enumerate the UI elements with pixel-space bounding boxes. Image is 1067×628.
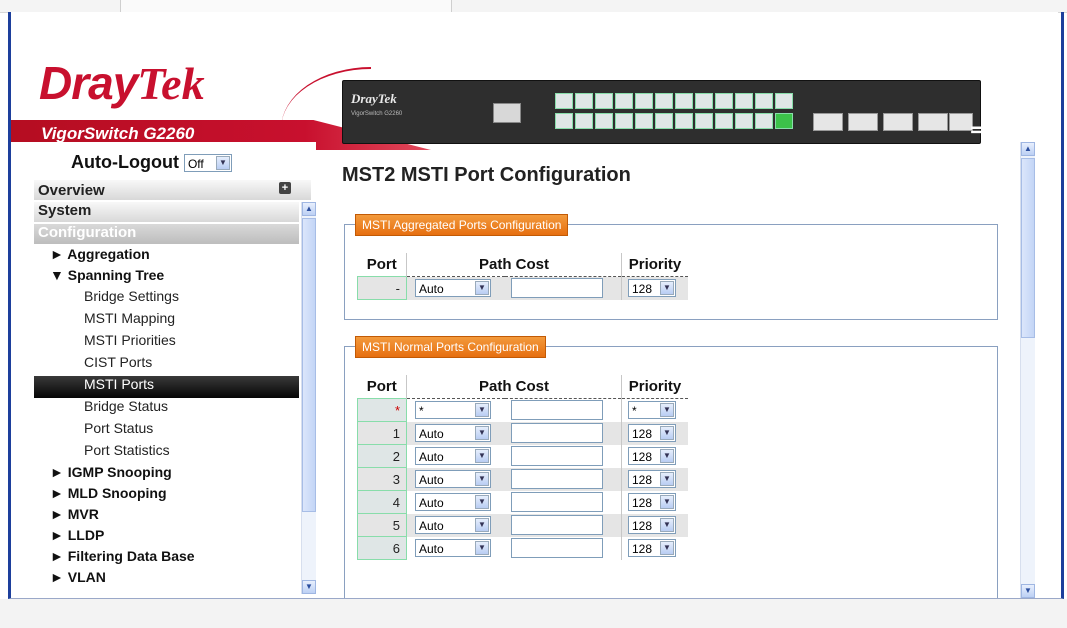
browser-tab[interactable] <box>120 0 452 12</box>
window-frame <box>8 12 1064 599</box>
status-bar <box>0 599 1067 628</box>
